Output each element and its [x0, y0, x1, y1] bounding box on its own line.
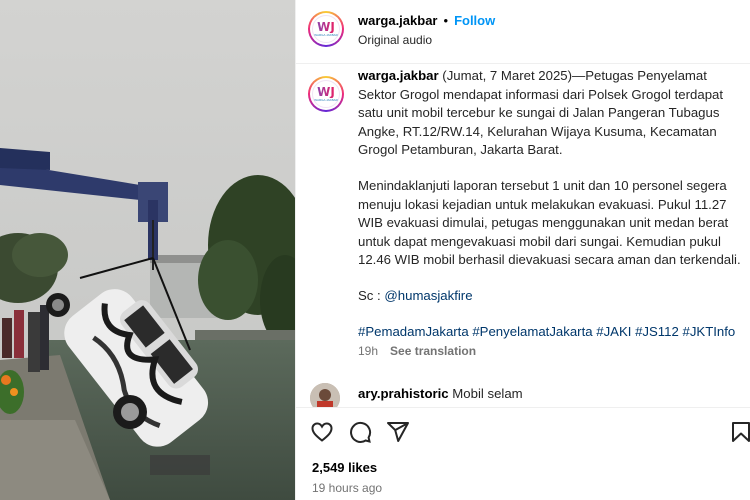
- follow-button[interactable]: Follow: [454, 13, 495, 28]
- caption-meta: 19h See translation: [358, 344, 476, 358]
- caption-paragraph-2: Menindaklanjuti laporan tersebut 1 unit …: [358, 177, 741, 268]
- comment-body: Mobil selam: [448, 386, 523, 401]
- likes-count[interactable]: 2,549 likes: [312, 460, 377, 475]
- audio-label[interactable]: Original audio: [358, 33, 432, 47]
- caption-section: WJ WARGA JAKBAR warga.jakbar (Jumat, 7 M…: [296, 64, 750, 407]
- post-photo: [0, 0, 295, 500]
- avatar-logo-text: WJ: [317, 20, 335, 34]
- see-translation-button[interactable]: See translation: [390, 344, 476, 358]
- comment-icon[interactable]: [348, 420, 372, 444]
- commenter-avatar[interactable]: [310, 383, 340, 407]
- bookmark-icon[interactable]: [729, 420, 750, 444]
- comment-row: ary.prahistoric Mobil selam: [310, 381, 750, 407]
- post-media[interactable]: [0, 0, 295, 500]
- author-username[interactable]: warga.jakbar: [358, 13, 438, 28]
- source-mention-link[interactable]: @humasjakfire: [384, 288, 472, 303]
- caption-username[interactable]: warga.jakbar: [358, 68, 439, 83]
- avatar-logo-subtext: WARGA JAKBAR: [314, 98, 338, 102]
- author-avatar[interactable]: WJ WARGA JAKBAR: [308, 11, 344, 47]
- post-panel: WJ WARGA JAKBAR warga.jakbar • Follow Or…: [295, 0, 750, 500]
- avatar-logo-text: WJ: [317, 85, 335, 99]
- caption-time[interactable]: 19h: [358, 344, 378, 358]
- post-header: WJ WARGA JAKBAR warga.jakbar • Follow Or…: [296, 0, 750, 64]
- post-timestamp: 19 hours ago: [312, 481, 383, 495]
- hashtags[interactable]: #PemadamJakarta #PenyelamatJakarta #JAKI…: [358, 323, 746, 342]
- avatar-logo-subtext: WARGA JAKBAR: [314, 33, 338, 37]
- commenter-username[interactable]: ary.prahistoric: [358, 386, 449, 401]
- heart-icon[interactable]: [310, 420, 334, 444]
- separator-dot: •: [443, 13, 449, 28]
- caption-text: warga.jakbar (Jumat, 7 Maret 2025)—Petug…: [358, 67, 746, 358]
- share-icon[interactable]: [386, 420, 410, 444]
- actions-bar: 2,549 likes 19 hours ago: [296, 407, 750, 500]
- caption-avatar[interactable]: WJ WARGA JAKBAR: [308, 76, 344, 112]
- source-prefix: Sc :: [358, 287, 385, 303]
- comment-text: ary.prahistoric Mobil selam: [358, 386, 523, 401]
